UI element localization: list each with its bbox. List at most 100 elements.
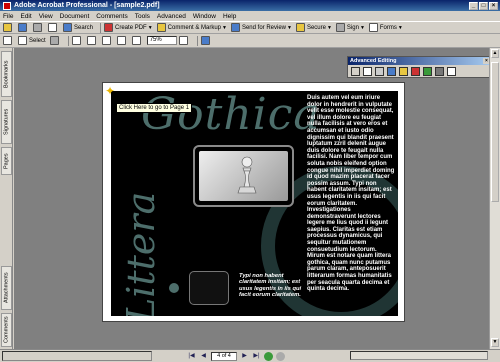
toolbar-separator bbox=[196, 35, 198, 46]
previous-page-button[interactable]: ◀ bbox=[199, 352, 208, 361]
link-tool-icon[interactable] bbox=[387, 67, 396, 76]
forms-button[interactable]: Forms ▼ bbox=[368, 22, 403, 33]
image-frame bbox=[193, 145, 294, 207]
page-navigation: |◀ ◀ 4 of 4 ▶ ▶| bbox=[187, 351, 285, 361]
menu-edit[interactable]: Edit bbox=[20, 13, 31, 20]
tab-comments[interactable]: Comments bbox=[1, 313, 12, 347]
page-size-readout bbox=[2, 351, 152, 361]
menu-window[interactable]: Window bbox=[193, 13, 216, 20]
hand-tool-button[interactable] bbox=[3, 35, 14, 46]
scroll-down-arrow[interactable]: ▼ bbox=[491, 338, 499, 347]
page-artwork: Gothica Littera Duis autem vel eum iriur… bbox=[111, 91, 398, 316]
sign-label: Sign bbox=[346, 24, 359, 31]
print-button[interactable] bbox=[33, 22, 44, 33]
page-ornament-icon bbox=[169, 283, 179, 293]
chevron-down-icon: ▼ bbox=[222, 24, 227, 31]
navigation-tabs: Bookmarks Signatures Pages Attachments C… bbox=[0, 48, 13, 349]
send-review-button[interactable]: Send for Review ▼ bbox=[230, 22, 292, 33]
help-icon bbox=[200, 36, 210, 45]
italic-caption: Typi non habent claritatem insitam; est … bbox=[239, 273, 302, 298]
menu-advanced[interactable]: Advanced bbox=[157, 13, 186, 20]
form-tool-icon[interactable] bbox=[447, 67, 456, 76]
link-tooltip: Click Here to go to Page 1 bbox=[116, 103, 193, 113]
main-toolbar: Search Create PDF ▼ Comment & Markup ▼ Sen… bbox=[0, 21, 500, 34]
search-button[interactable]: Search bbox=[63, 22, 93, 33]
forms-icon bbox=[368, 23, 378, 32]
touchup-object-icon[interactable] bbox=[375, 67, 384, 76]
close-button[interactable]: × bbox=[489, 1, 498, 10]
actual-size-button[interactable] bbox=[86, 35, 98, 46]
menu-document[interactable]: Document bbox=[60, 13, 90, 20]
save-button[interactable] bbox=[18, 22, 29, 33]
menu-tools[interactable]: Tools bbox=[135, 13, 150, 20]
first-page-button[interactable]: |◀ bbox=[187, 352, 196, 361]
create-pdf-button[interactable]: Create PDF ▼ bbox=[104, 22, 153, 33]
minimize-button[interactable]: _ bbox=[469, 1, 478, 10]
sound-tool-icon[interactable] bbox=[435, 67, 444, 76]
comment-markup-label: Comment & Markup bbox=[167, 24, 222, 31]
save-icon bbox=[18, 23, 27, 32]
scroll-thumb[interactable] bbox=[491, 62, 499, 202]
open-button[interactable] bbox=[3, 22, 14, 33]
zoom-in-button[interactable] bbox=[178, 35, 190, 46]
vertical-scrollbar[interactable]: ▲ ▼ bbox=[489, 48, 500, 349]
secure-button[interactable]: Secure ▼ bbox=[295, 22, 332, 33]
page-number-field[interactable]: 4 of 4 bbox=[211, 351, 237, 361]
sign-button[interactable]: Sign ▼ bbox=[335, 22, 365, 33]
article-tool-icon[interactable] bbox=[411, 67, 420, 76]
last-page-button[interactable]: ▶| bbox=[252, 352, 261, 361]
toolbar-separator bbox=[67, 35, 69, 46]
advanced-editing-title: Advanced Editing bbox=[350, 58, 397, 64]
star-link-icon[interactable]: ✦ bbox=[105, 85, 117, 97]
horizontal-scrollbar[interactable] bbox=[350, 351, 488, 360]
create-pdf-icon bbox=[104, 23, 114, 32]
scroll-up-arrow[interactable]: ▲ bbox=[491, 49, 499, 58]
chevron-down-icon: ▼ bbox=[359, 24, 365, 31]
menu-bar: File Edit View Document Comments Tools A… bbox=[0, 11, 500, 21]
window-title-bar: Adobe Acrobat Professional - [sample2.pd… bbox=[0, 0, 500, 11]
maximize-button[interactable]: □ bbox=[479, 1, 488, 10]
cursor-icon bbox=[18, 36, 27, 45]
magnifier-icon bbox=[71, 36, 81, 45]
tab-bookmarks[interactable]: Bookmarks bbox=[1, 51, 12, 97]
menu-comments[interactable]: Comments bbox=[96, 13, 127, 20]
go-forward-icon[interactable] bbox=[276, 351, 285, 361]
next-page-button[interactable]: ▶ bbox=[240, 352, 249, 361]
advanced-editing-tools bbox=[348, 65, 491, 78]
comment-icon bbox=[156, 23, 166, 32]
help-button[interactable] bbox=[200, 35, 212, 46]
fit-width-button[interactable] bbox=[116, 35, 128, 46]
advanced-editing-title-bar: Advanced Editing × bbox=[348, 57, 491, 65]
advanced-editing-toolbar: Advanced Editing × bbox=[347, 56, 492, 78]
lock-icon bbox=[295, 23, 305, 32]
secure-label: Secure bbox=[306, 24, 326, 31]
crop-tool-icon[interactable] bbox=[399, 67, 408, 76]
tasks-toolbar: Select 75% bbox=[0, 34, 500, 48]
snapshot-button[interactable] bbox=[49, 35, 61, 46]
zoom-out-button[interactable] bbox=[131, 35, 143, 46]
fit-page-button[interactable] bbox=[101, 35, 113, 46]
body-text: Duis autem vel eum iriure dolor in hendr… bbox=[307, 95, 395, 293]
go-back-icon[interactable] bbox=[264, 351, 273, 361]
envelope-icon bbox=[48, 23, 57, 32]
tab-pages[interactable]: Pages bbox=[1, 147, 12, 175]
menu-view[interactable]: View bbox=[39, 13, 53, 20]
send-review-icon bbox=[230, 23, 240, 32]
send-review-label: Send for Review bbox=[241, 24, 286, 31]
forms-label: Forms bbox=[379, 24, 397, 31]
touchup-text-icon[interactable] bbox=[363, 67, 372, 76]
zoom-input[interactable]: 75% bbox=[146, 36, 177, 45]
email-button[interactable] bbox=[48, 22, 59, 33]
movie-tool-icon[interactable] bbox=[423, 67, 432, 76]
fit-page-icon bbox=[101, 36, 111, 45]
zoom-tool-button[interactable] bbox=[71, 35, 83, 46]
menu-help[interactable]: Help bbox=[223, 13, 236, 20]
menu-file[interactable]: File bbox=[3, 13, 13, 20]
tab-signatures[interactable]: Signatures bbox=[1, 100, 12, 144]
comment-markup-button[interactable]: Comment & Markup ▼ bbox=[156, 22, 227, 33]
window-title: Adobe Acrobat Professional - [sample2.pd… bbox=[14, 2, 160, 9]
search-label: Search bbox=[74, 24, 94, 31]
tab-attachments[interactable]: Attachments bbox=[1, 266, 12, 310]
select-object-icon[interactable] bbox=[351, 67, 360, 76]
select-tool-button[interactable]: Select bbox=[18, 35, 46, 46]
